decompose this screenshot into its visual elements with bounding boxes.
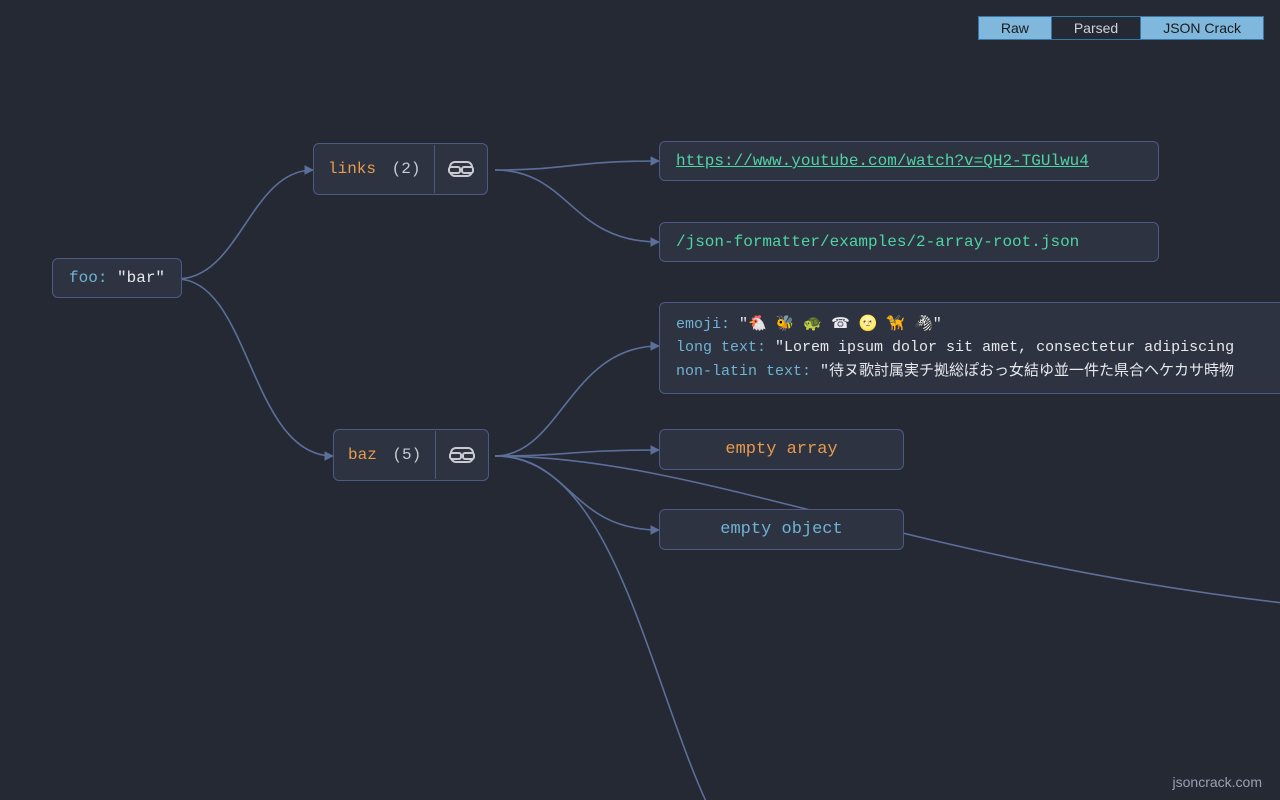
node-link-path[interactable]: /json-formatter/examples/2-array-root.js… — [659, 222, 1159, 262]
long-text-value: "Lorem ipsum dolor sit amet, consectetur… — [775, 339, 1234, 356]
non-latin-value: "待ヌ歌討属実チ拠総ぽおっ女結ゆ並一件た県合ヘケカサ時物 — [820, 363, 1234, 380]
node-empty-array[interactable]: empty array — [659, 429, 904, 470]
node-link-youtube[interactable]: https://www.youtube.com/watch?v=QH2-TGUl… — [659, 141, 1159, 181]
baz-expand-icon[interactable] — [435, 431, 488, 479]
tab-json-crack[interactable]: JSON Crack — [1140, 17, 1263, 39]
node-root[interactable]: foo: "bar" — [52, 258, 182, 298]
empty-array-label: empty array — [725, 440, 837, 459]
node-baz-object[interactable]: emoji: "🐔 🐝 🐢 ☎ 🌝 🦮 🦓" long text: "Lorem… — [659, 302, 1280, 394]
non-latin-key: non-latin text: — [676, 363, 811, 380]
empty-object-label: empty object — [720, 520, 842, 539]
links-name: links — [328, 160, 376, 178]
emoji-key: emoji: — [676, 316, 730, 333]
youtube-link[interactable]: https://www.youtube.com/watch?v=QH2-TGUl… — [676, 152, 1089, 170]
view-tabs: Raw Parsed JSON Crack — [978, 16, 1264, 40]
emoji-value: "🐔 🐝 🐢 ☎ 🌝 🦮 🦓" — [739, 316, 942, 333]
node-empty-object[interactable]: empty object — [659, 509, 904, 550]
node-links[interactable]: links (2) — [313, 143, 488, 195]
link-icon — [449, 161, 473, 177]
root-key: foo — [69, 269, 98, 287]
tab-parsed[interactable]: Parsed — [1051, 17, 1140, 39]
root-value: "bar" — [117, 269, 165, 287]
link-icon — [450, 447, 474, 463]
long-text-key: long text: — [676, 339, 766, 356]
links-expand-icon[interactable] — [434, 145, 487, 193]
footer-credit: jsoncrack.com — [1173, 774, 1262, 790]
graph-edges — [0, 0, 1280, 800]
json-path-text: /json-formatter/examples/2-array-root.js… — [676, 233, 1079, 251]
links-count: (2) — [392, 160, 421, 178]
baz-name: baz — [348, 446, 377, 464]
node-baz[interactable]: baz (5) — [333, 429, 489, 481]
baz-count: (5) — [392, 446, 421, 464]
tab-raw[interactable]: Raw — [979, 17, 1051, 39]
